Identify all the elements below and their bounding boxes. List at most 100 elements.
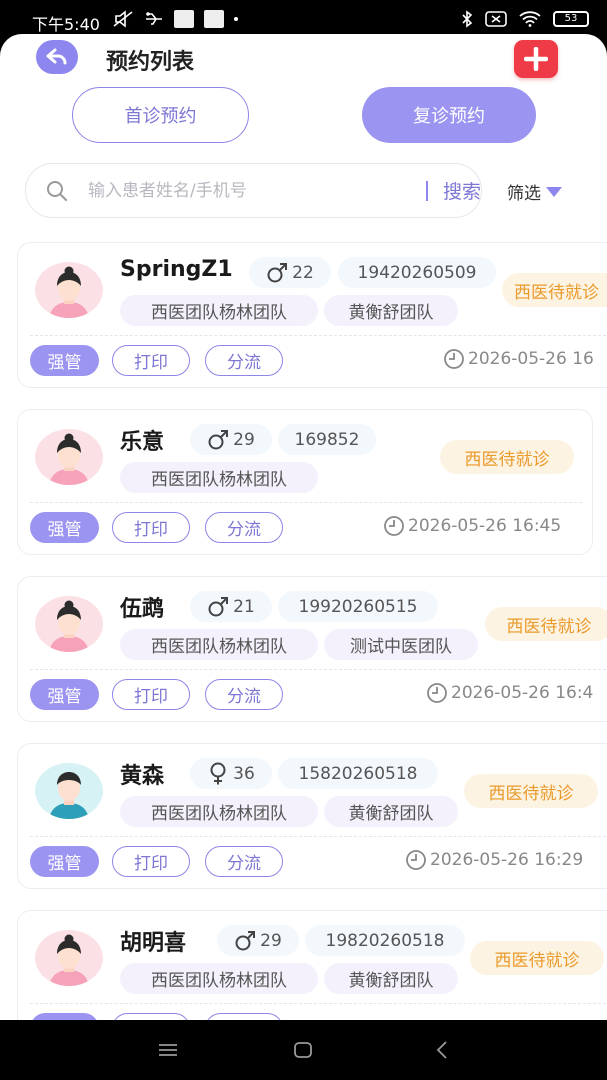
header: 预约列表 [0,34,607,86]
page-title: 预约列表 [106,50,195,75]
patient-name: 黄森 [120,764,165,789]
female-avatar-icon [35,596,103,652]
team-badge: 西医团队杨林团队 [120,963,318,994]
male-icon [208,429,229,449]
search-icon [47,181,67,201]
search-button[interactable]: 搜索 [443,177,481,204]
team-badge: 黄衡舒团队 [324,295,458,326]
caret-down-icon [546,186,562,197]
triage-button[interactable]: 分流 [205,512,283,543]
male-icon [208,596,229,616]
filter-button[interactable]: 筛选 [507,179,563,204]
patient-card[interactable]: 伍鹉 21 19920260515 西医团队杨林团队 测试中医团队 西医待就诊 … [17,576,607,722]
search-box: 搜索 [25,163,482,218]
female-avatar-icon [35,930,103,986]
appointment-time: 2026-05-26 16:45 [383,515,561,537]
tab-follow-up[interactable]: 复诊预约 [362,87,536,143]
add-appointment-button[interactable] [514,40,558,78]
divider [30,669,607,670]
team-badge: 西医团队杨林团队 [120,629,318,660]
patient-card[interactable]: 胡明喜 29 19820260518 西医团队杨林团队 黄衡舒团队 西医待就诊 … [17,910,607,1020]
avatar [35,596,103,652]
print-button[interactable]: 打印 [112,512,190,543]
triage-button[interactable]: 分流 [205,1013,283,1020]
patient-card[interactable]: 乐意 29 169852 西医团队杨林团队 西医待就诊 强管 打印 分流 202… [17,409,593,555]
search-divider [426,181,428,201]
age: 21 [233,596,255,617]
patient-name: 乐意 [120,430,165,455]
search-input[interactable] [88,174,408,208]
team-badge: 测试中医团队 [324,629,478,660]
appointment-time: 2026-05-26 16:29 [405,849,583,871]
back-arrow-icon [46,48,67,65]
triage-button[interactable]: 分流 [205,846,283,877]
age: 29 [260,930,282,951]
triage-button[interactable]: 分流 [205,345,283,376]
gender-age-badge: 21 [190,591,272,622]
phone-badge: 19820260518 [305,925,465,956]
back-nav-icon[interactable] [433,1040,453,1060]
patient-name: 伍鹉 [120,597,165,622]
tab-first-visit[interactable]: 首诊预约 [72,87,249,143]
age: 22 [292,262,314,283]
status-badge: 西医待就诊 [502,273,607,307]
clock-icon [384,516,404,536]
phone-badge: 15820260518 [278,758,438,789]
strong-manage-button[interactable]: 强管 [30,345,99,376]
notification-icon [204,10,224,28]
patient-card[interactable]: SpringZ1 22 19420260509 西医团队杨林团队 黄衡舒团队 西… [17,242,607,388]
more-dot-icon [234,17,238,21]
time-text: 2026-05-26 16:4 [451,683,594,703]
team-badge: 西医团队杨林团队 [120,796,318,827]
gender-age-badge: 29 [190,424,272,455]
avatar [35,262,103,318]
female-icon [210,762,226,784]
patient-card[interactable]: 黄森 36 15820260518 西医团队杨林团队 黄衡舒团队 西医待就诊 强… [17,743,607,889]
clock-icon [427,683,447,703]
system-nav-bar [0,1020,607,1080]
print-button[interactable]: 打印 [112,345,190,376]
plus-icon [524,47,548,71]
battery-icon: 53 [553,11,589,27]
status-left-icons [112,10,238,28]
female-avatar-icon [35,262,103,318]
print-button[interactable]: 打印 [112,846,190,877]
home-icon[interactable] [293,1040,313,1060]
wifi-icon [519,11,541,27]
phone-badge: 19420260509 [338,257,496,288]
age: 29 [233,429,255,450]
print-button[interactable]: 打印 [112,679,190,710]
print-button[interactable]: 打印 [112,1013,190,1020]
time-text: 2026-05-26 16:45 [408,516,562,536]
team-badge: 黄衡舒团队 [324,963,458,994]
male-avatar-icon [35,763,103,819]
triage-button[interactable]: 分流 [205,679,283,710]
strong-manage-button[interactable]: 强管 [30,846,99,877]
status-badge: 西医待就诊 [485,607,607,641]
strong-manage-button[interactable]: 强管 [30,1013,99,1020]
divider [30,335,607,336]
avatar [35,930,103,986]
status-badge: 西医待就诊 [464,774,598,808]
team-badge: 西医团队杨林团队 [120,295,318,326]
time-text: 2026-05-26 16:29 [430,850,584,870]
team-badge: 黄衡舒团队 [324,796,458,827]
time-text: 2026-05-26 16 [468,349,594,369]
mute-icon [113,10,133,28]
status-badge: 西医待就诊 [440,440,574,474]
phone-badge: 169852 [278,424,376,455]
divider [30,502,582,503]
sim-off-icon [485,11,507,27]
patient-name: SpringZ1 [120,257,233,282]
clock-icon [444,349,464,369]
back-button[interactable] [36,40,78,74]
team-badge: 西医团队杨林团队 [120,462,318,493]
strong-manage-button[interactable]: 强管 [30,512,99,543]
strong-manage-button[interactable]: 强管 [30,679,99,710]
divider [30,836,607,837]
gender-age-badge: 29 [217,925,299,956]
age: 36 [233,763,255,784]
menu-icon[interactable] [158,1040,178,1060]
status-time: 下午5:40 [32,15,100,34]
bluetooth-icon [462,10,473,28]
